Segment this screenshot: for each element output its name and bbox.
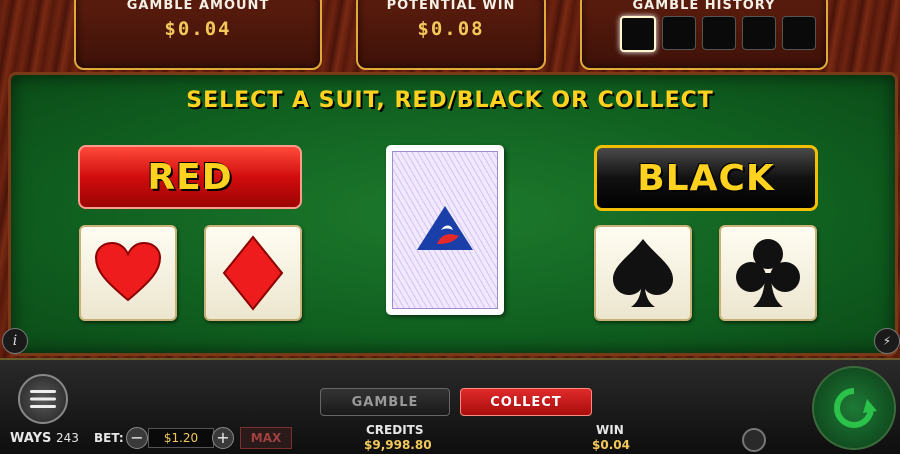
- face-down-card: [386, 145, 504, 315]
- heart-icon: [94, 242, 162, 302]
- spin-button[interactable]: [812, 366, 896, 450]
- win-value: $0.04: [592, 438, 630, 452]
- win-label: WIN: [596, 423, 624, 437]
- spade-suit-button[interactable]: [594, 225, 692, 321]
- max-bet-button[interactable]: MAX: [240, 427, 292, 449]
- bet-label: BET:: [94, 431, 124, 445]
- info-icon[interactable]: i: [2, 328, 28, 354]
- gamble-button[interactable]: GAMBLE: [320, 388, 450, 416]
- gamble-history-panel: GAMBLE HISTORY: [580, 0, 828, 70]
- credits-value: $9,998.80: [364, 438, 432, 452]
- potential-win-value: $0.08: [417, 18, 485, 40]
- gamble-history-title: GAMBLE HISTORY: [632, 0, 776, 13]
- potential-win-title: POTENTIAL WIN: [386, 0, 516, 13]
- settings-icon[interactable]: [742, 428, 766, 452]
- spin-arrow-icon: [834, 388, 877, 428]
- ways-value: 243: [56, 431, 79, 445]
- card-logo-icon: [417, 206, 473, 250]
- history-slot: [662, 16, 696, 50]
- ways-label: WAYS: [10, 431, 52, 446]
- red-button[interactable]: RED: [78, 145, 302, 209]
- history-slot: [742, 16, 776, 50]
- potential-win-panel: POTENTIAL WIN $0.08: [356, 0, 546, 70]
- spade-icon: [613, 239, 673, 307]
- diamond-icon: [222, 235, 284, 311]
- gamble-amount-value: $0.04: [164, 18, 232, 40]
- history-slot: [702, 16, 736, 50]
- gamble-amount-panel: GAMBLE AMOUNT $0.04: [74, 0, 322, 70]
- diamond-suit-button[interactable]: [204, 225, 302, 321]
- hamburger-icon: [30, 390, 56, 408]
- card-back-pattern: [392, 151, 498, 309]
- heart-suit-button[interactable]: [79, 225, 177, 321]
- collect-button[interactable]: COLLECT: [460, 388, 592, 416]
- bet-decrease-button[interactable]: −: [126, 427, 148, 449]
- gamble-amount-title: GAMBLE AMOUNT: [126, 0, 270, 13]
- credits-label: CREDITS: [366, 423, 424, 437]
- club-icon: [736, 239, 800, 307]
- turbo-icon[interactable]: ⚡: [874, 328, 900, 354]
- club-suit-button[interactable]: [719, 225, 817, 321]
- bet-increase-button[interactable]: +: [212, 427, 234, 449]
- history-slot: [782, 16, 816, 50]
- menu-button[interactable]: [18, 374, 68, 424]
- black-button[interactable]: BLACK: [594, 145, 818, 211]
- bet-value: $1.20: [148, 428, 214, 448]
- gamble-prompt: SELECT A SUIT, RED/BLACK OR COLLECT: [186, 88, 714, 113]
- history-slot: [620, 16, 656, 52]
